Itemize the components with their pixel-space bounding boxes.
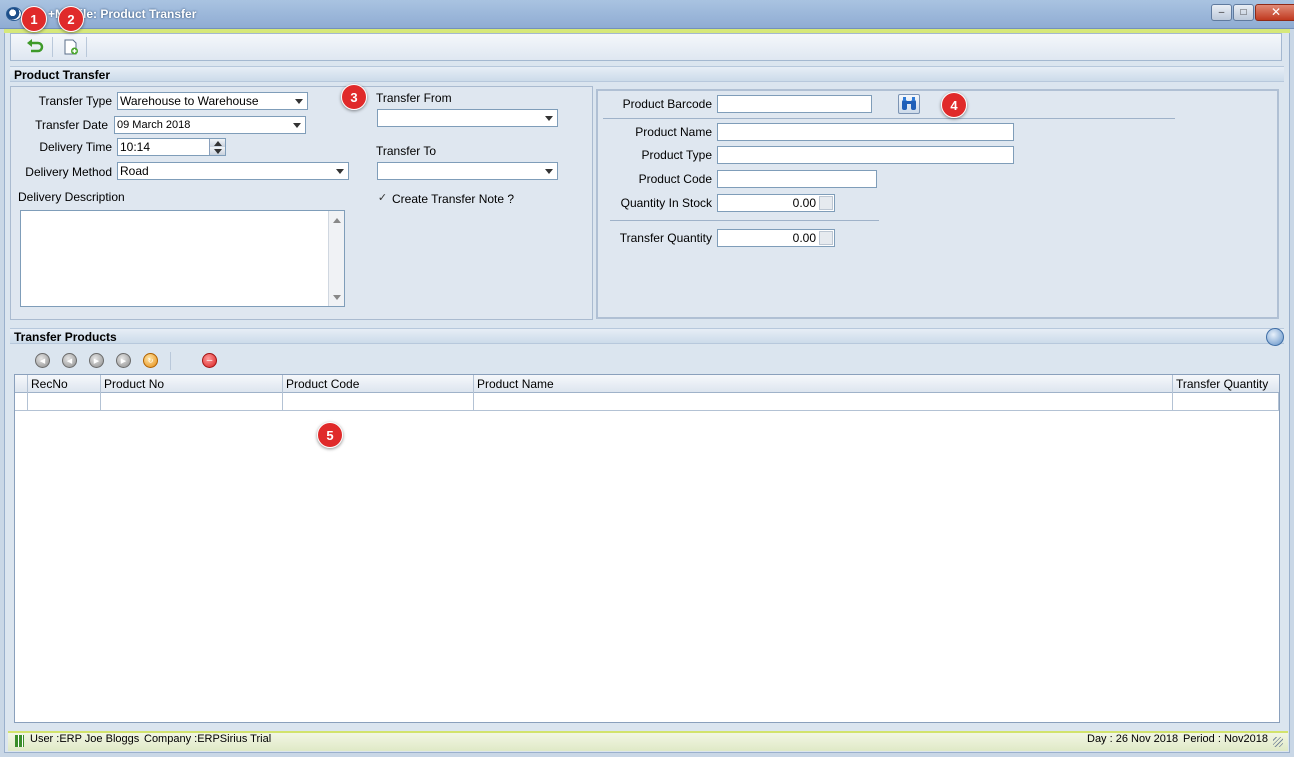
transfer-quantity-value: 0.00 — [792, 231, 816, 245]
annotation-badge: 5 — [317, 422, 343, 448]
transfer-type-select[interactable]: Warehouse to Warehouse — [117, 92, 308, 110]
column-header-product-no[interactable]: Product No — [100, 375, 282, 393]
delivery-time-value: 10:14 — [120, 140, 151, 154]
binoculars-icon — [902, 97, 916, 110]
toolbar — [10, 33, 1282, 61]
next-record-icon[interactable]: ▶ — [89, 353, 104, 368]
delivery-method-value: Road — [120, 164, 149, 178]
transfer-date-label: Transfer Date — [35, 118, 108, 132]
annotation-badge: 4 — [941, 92, 967, 118]
table-row[interactable] — [15, 393, 1279, 411]
table-cell[interactable] — [473, 393, 1172, 411]
chevron-down-icon[interactable] — [291, 93, 307, 109]
transfer-date-value: 09 March 2018 — [117, 119, 191, 131]
quantity-in-stock-label: Quantity In Stock — [620, 196, 712, 210]
product-search-button[interactable] — [898, 94, 920, 114]
table-cell[interactable] — [27, 393, 100, 411]
minimize-button[interactable]: – — [1211, 4, 1232, 21]
product-name-label: Product Name — [635, 125, 712, 139]
scroll-up-icon[interactable] — [330, 213, 344, 227]
chevron-down-icon[interactable] — [289, 117, 305, 133]
annotation-badge: 1 — [21, 6, 47, 32]
refresh-records-icon[interactable]: ↻ — [143, 353, 158, 368]
calculator-icon[interactable] — [819, 196, 833, 210]
product-code-input[interactable] — [717, 170, 877, 188]
transfer-products-header: Transfer Products — [10, 328, 1284, 344]
delivery-method-label: Delivery Method — [25, 165, 112, 179]
column-header-transfer-quantity[interactable]: Transfer Quantity — [1172, 375, 1279, 393]
toolbar-separator — [86, 37, 87, 57]
transfer-type-value: Warehouse to Warehouse — [120, 94, 259, 108]
maximize-button[interactable]: □ — [1233, 4, 1254, 21]
product-transfer-header: Product Transfer — [10, 66, 1284, 82]
delivery-time-label: Delivery Time — [39, 140, 112, 154]
last-record-icon[interactable]: ▶ — [116, 353, 131, 368]
transfer-products-grid[interactable]: RecNo Product No Product Code Product Na… — [14, 374, 1280, 723]
resize-grip-icon[interactable] — [1273, 737, 1283, 747]
annotation-badge: 2 — [58, 6, 84, 32]
transfer-from-label: Transfer From — [376, 91, 452, 105]
transfer-type-label: Transfer Type — [38, 94, 112, 108]
quantity-in-stock-value: 0.00 — [792, 196, 816, 210]
transfer-quantity-label: Transfer Quantity — [619, 231, 712, 245]
first-record-icon[interactable]: ◀ — [35, 353, 50, 368]
panel-divider — [610, 220, 879, 221]
chevron-down-icon[interactable] — [332, 163, 348, 179]
green-return-arrow-icon — [27, 39, 44, 53]
delivery-time-input[interactable]: 10:14 — [117, 138, 226, 156]
product-type-input[interactable] — [717, 146, 1014, 164]
new-document-icon — [64, 39, 78, 55]
product-code-label: Product Code — [638, 172, 712, 186]
table-cell[interactable] — [1172, 393, 1279, 411]
product-barcode-input[interactable] — [717, 95, 872, 113]
transfer-from-select[interactable] — [377, 109, 558, 127]
scroll-down-icon[interactable] — [330, 290, 344, 304]
delivery-method-select[interactable]: Road — [117, 162, 349, 180]
delivery-description-label: Delivery Description — [18, 190, 125, 204]
textarea-scrollbar[interactable] — [328, 211, 344, 306]
chevron-down-icon[interactable] — [541, 110, 557, 126]
transfer-to-select[interactable] — [377, 162, 558, 180]
table-cell[interactable] — [282, 393, 473, 411]
app-logo-icon[interactable] — [6, 7, 22, 21]
close-button[interactable]: ✕ — [1255, 4, 1294, 21]
previous-record-icon[interactable]: ◀ — [62, 353, 77, 368]
product-barcode-label: Product Barcode — [622, 97, 712, 111]
status-user: User :ERP Joe Bloggs — [30, 733, 140, 745]
status-company: Company :ERPSirius Trial — [144, 733, 272, 745]
annotation-badge: 3 — [341, 84, 367, 110]
delete-record-icon[interactable]: – — [202, 353, 217, 368]
column-header-recno[interactable]: RecNo — [27, 375, 100, 393]
transfer-date-picker[interactable]: 09 March 2018 — [114, 116, 306, 134]
transfer-to-label: Transfer To — [376, 144, 437, 158]
transfer-quantity-input[interactable]: 0.00 — [717, 229, 835, 247]
grid-header: RecNo Product No Product Code Product Na… — [15, 375, 1279, 393]
toolbar-separator — [52, 37, 53, 57]
quantity-in-stock-input[interactable]: 0.00 — [717, 194, 835, 212]
calculator-icon[interactable] — [819, 231, 833, 245]
new-document-button[interactable] — [60, 37, 82, 57]
spin-up-icon[interactable] — [209, 139, 225, 147]
back-button[interactable] — [24, 37, 46, 57]
create-transfer-note-label: Create Transfer Note ? — [392, 192, 515, 206]
delivery-description-textarea[interactable] — [20, 210, 345, 307]
chevron-down-icon[interactable] — [541, 163, 557, 179]
database-icon — [15, 735, 24, 747]
navigator-separator — [170, 352, 171, 370]
table-cell[interactable] — [100, 393, 282, 411]
create-transfer-note-checkbox[interactable]: ✓ — [377, 193, 388, 204]
status-day: Day : 26 Nov 2018 — [1087, 733, 1179, 745]
column-header-product-code[interactable]: Product Code — [282, 375, 473, 393]
column-header-product-name[interactable]: Product Name — [473, 375, 1172, 393]
product-name-input[interactable] — [717, 123, 1014, 141]
row-indicator-header — [15, 375, 27, 393]
panel-divider — [603, 118, 1175, 119]
status-period: Period : Nov2018 — [1183, 733, 1268, 745]
spin-down-icon[interactable] — [209, 147, 225, 155]
refresh-icon[interactable] — [1266, 328, 1284, 346]
product-type-label: Product Type — [641, 148, 713, 162]
